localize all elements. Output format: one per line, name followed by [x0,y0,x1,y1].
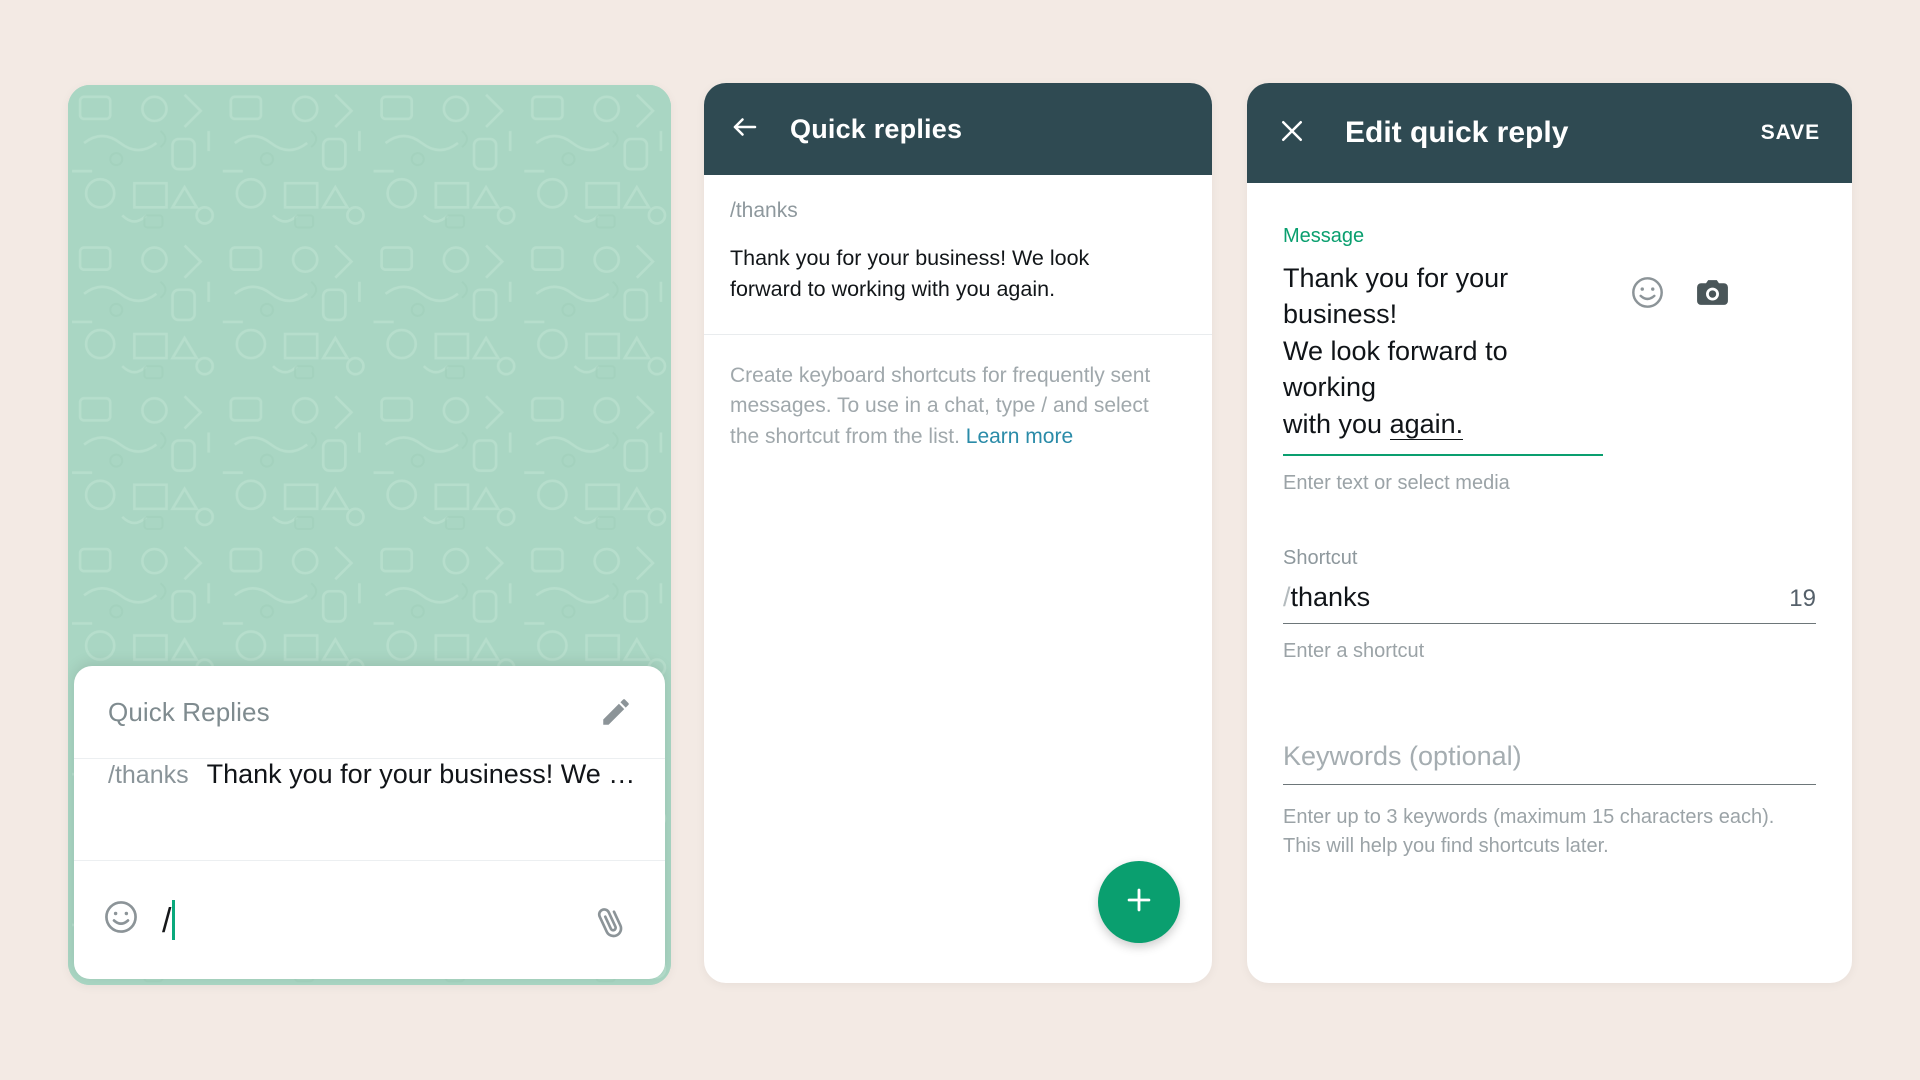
shortcut-slash-prefix: / [1283,582,1291,613]
message-input[interactable]: Thank you for your business! We look for… [1283,260,1603,457]
quick-reply-message-preview: Thank you for your business! We … [206,759,636,789]
quick-replies-help-text: Create keyboard shortcuts for frequently… [704,335,1196,452]
quick-replies-sheet: Quick Replies /thanks Thank you for your… [74,666,665,979]
keywords-field-group: Keywords (optional) Enter up to 3 keywor… [1283,741,1816,860]
appbar-title: Edit quick reply [1345,116,1569,149]
emoji-smiley-icon[interactable] [102,898,140,941]
misspelled-word: again. [1389,408,1464,440]
message-line-2: We look forward to working [1283,335,1508,403]
keywords-input[interactable]: Keywords (optional) [1283,741,1816,786]
edit-quick-reply-appbar: Edit quick reply SAVE [1247,83,1852,183]
message-line-3-prefix: with you [1283,408,1390,439]
quick-replies-list-panel: Quick replies /thanks Thank you for your… [704,83,1212,983]
message-field-group: Message Thank you for your business! We … [1283,225,1816,495]
shortcut-value: thanks [1290,582,1371,613]
save-button[interactable]: SAVE [1761,121,1820,145]
shortcut-character-counter: 19 [1789,585,1816,613]
shortcut-helper-text: Enter a shortcut [1283,640,1425,663]
edit-form: Message Thank you for your business! We … [1247,183,1852,860]
quick-replies-sheet-header: Quick Replies [74,666,665,759]
edit-quick-reply-panel: Edit quick reply SAVE Message Thank you … [1247,83,1852,983]
quick-reply-list-item[interactable]: /thanks Thank you for your business! We … [74,759,665,861]
composer-typed-text: / [162,901,172,940]
shortcut-field-group: Shortcut / thanks 19 Enter a shortcut [1283,547,1816,663]
close-x-icon[interactable] [1277,116,1307,151]
screenshot-canvas: Quick Replies /thanks Thank you for your… [0,0,1920,1080]
learn-more-link[interactable]: Learn more [966,425,1073,448]
quick-reply-message: Thank you for your business! We look for… [730,246,1090,301]
message-helper-text: Enter text or select media [1283,472,1510,495]
add-quick-reply-fab[interactable] [1098,861,1180,943]
appbar-title: Quick replies [790,113,963,144]
shortcut-field-label: Shortcut [1283,547,1358,570]
composer-input[interactable]: / [162,899,178,940]
text-caret [172,899,176,940]
message-field-label: Message [1283,225,1365,247]
pencil-icon[interactable] [599,695,633,729]
quick-replies-appbar: Quick replies [704,83,1212,175]
keywords-helper-text: Enter up to 3 keywords (maximum 15 chara… [1283,806,1775,857]
quick-reply-shortcut: /thanks [108,761,189,789]
emoji-smiley-icon[interactable] [1629,274,1666,316]
quick-replies-sheet-title: Quick Replies [108,696,270,727]
help-text-body: Create keyboard shortcuts for frequently… [730,364,1151,448]
plus-icon [1122,883,1156,922]
paperclip-icon[interactable] [595,897,635,942]
quick-reply-list-row[interactable]: /thanks Thank you for your business! We … [704,175,1212,336]
chat-screen-panel: Quick Replies /thanks Thank you for your… [68,85,671,985]
shortcut-input[interactable]: / thanks 19 [1283,582,1816,625]
message-line-1: Thank you for your business! [1283,263,1509,330]
quick-reply-shortcut: /thanks [730,199,798,222]
camera-icon[interactable] [1694,274,1731,316]
back-arrow-icon[interactable] [730,112,760,147]
keywords-placeholder: Keywords (optional) [1283,741,1522,772]
chat-composer: / [74,861,665,978]
